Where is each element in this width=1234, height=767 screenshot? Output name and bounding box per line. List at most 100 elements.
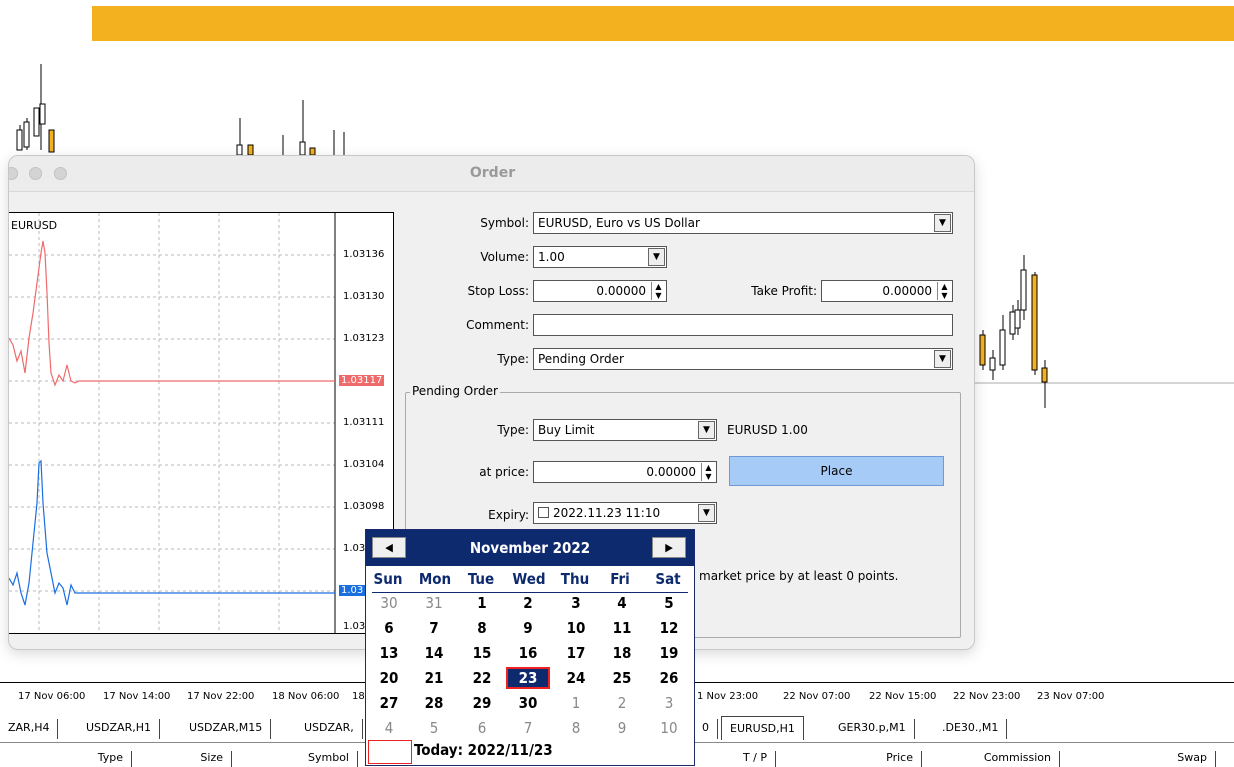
calendar-day[interactable]: 23 (506, 667, 550, 689)
calendar-day[interactable]: 1 (462, 594, 502, 612)
weekday-label: Sat (655, 570, 681, 588)
right-arrow-icon[interactable]: ▶ (652, 537, 686, 558)
tab-partial[interactable]: 0 (694, 719, 718, 739)
chevron-down-icon[interactable]: ▼ (934, 214, 951, 232)
spinner-icon[interactable]: ▲ ▼ (651, 282, 665, 300)
volume-select[interactable]: 1.00 ▼ (533, 246, 667, 268)
calendar-day[interactable]: 8 (462, 619, 502, 637)
tab-ger30-m1[interactable]: GER30.p,M1 (830, 719, 915, 739)
calendar-day[interactable]: 28 (414, 694, 454, 712)
calendar-day[interactable]: 12 (649, 619, 689, 637)
time-axis-label: 17 Nov 06:00 (18, 691, 86, 702)
at-price-field[interactable]: 0.00000 ▲ ▼ (533, 461, 717, 483)
tab-usdzar[interactable]: USDZAR, (296, 719, 363, 739)
calendar-day[interactable]: 7 (414, 619, 454, 637)
calendar-day[interactable]: 2 (508, 594, 548, 612)
calendar-day[interactable]: 30 (508, 694, 548, 712)
calendar-day[interactable]: 21 (414, 669, 454, 687)
weekday-label: Sun (373, 570, 403, 588)
calendar-day[interactable]: 24 (556, 669, 596, 687)
symbol-select[interactable]: EURUSD, Euro vs US Dollar ▼ (533, 212, 953, 234)
expiry-field[interactable]: 2022.11.23 11:10 ▼ (533, 502, 717, 524)
calendar-day[interactable]: 4 (369, 719, 409, 737)
calendar-day[interactable]: 10 (649, 719, 689, 737)
column-type[interactable]: Type (60, 751, 132, 767)
calendar-day[interactable]: 17 (556, 644, 596, 662)
calendar-day[interactable]: 26 (649, 669, 689, 687)
calendar-day[interactable]: 18 (602, 644, 642, 662)
calendar-day[interactable]: 15 (462, 644, 502, 662)
today-link[interactable]: Today: 2022/11/23 (414, 741, 553, 759)
chevron-down-icon[interactable]: ▼ (934, 350, 951, 368)
calendar-header: ◀ November 2022 ▶ (366, 530, 694, 566)
take-profit-field[interactable]: 0.00000 ▲ ▼ (821, 280, 953, 302)
column-tp[interactable]: T / P (700, 751, 776, 767)
column-commission[interactable]: Commission (940, 751, 1060, 767)
calendar-day[interactable]: 7 (508, 719, 548, 737)
chevron-down-icon[interactable]: ▼ (698, 421, 715, 439)
time-axis-label: 22 Nov 07:00 (783, 691, 851, 702)
calendar-day[interactable]: 30 (369, 594, 409, 612)
pending-summary: EURUSD 1.00 (727, 423, 808, 437)
tab-de30-m1[interactable]: .DE30.,M1 (934, 719, 1008, 739)
calendar-day[interactable]: 6 (462, 719, 502, 737)
calendar-day[interactable]: 16 (508, 644, 548, 662)
today-marker[interactable] (368, 740, 412, 764)
spinner-icon[interactable]: ▲ ▼ (701, 463, 715, 481)
tab-zar-h4[interactable]: ZAR,H4 (0, 719, 59, 739)
price-tick: 1.03130 (343, 291, 385, 302)
column-symbol[interactable]: Symbol (260, 751, 358, 767)
calendar-month: November 2022 (469, 539, 591, 557)
calendar-day[interactable]: 5 (649, 594, 689, 612)
tab-usdzar-m15[interactable]: USDZAR,M15 (181, 719, 272, 739)
calendar-day[interactable]: 25 (602, 669, 642, 687)
expiry-checkbox[interactable] (538, 507, 549, 518)
dialog-titlebar[interactable]: Order (9, 156, 974, 192)
time-axis-label: 22 Nov 23:00 (953, 691, 1021, 702)
tick-chart: EURUSD 1.03136 1.03130 1.03123 1.03117 1… (9, 212, 394, 634)
column-size[interactable]: Size (150, 751, 232, 767)
calendar-day[interactable]: 27 (369, 694, 409, 712)
tab-eurusd-h1[interactable]: EURUSD,H1 (721, 716, 804, 740)
pending-type-select[interactable]: Buy Limit ▼ (533, 419, 717, 441)
stop-loss-field[interactable]: 0.00000 ▲ ▼ (533, 280, 667, 302)
calendar-day[interactable]: 19 (649, 644, 689, 662)
calendar-day[interactable]: 9 (508, 619, 548, 637)
calendar-day[interactable]: 31 (414, 594, 454, 612)
calendar-day[interactable]: 1 (556, 694, 596, 712)
price-tick: 1.03104 (343, 459, 385, 470)
weekday-label: Fri (610, 570, 630, 588)
calendar-day[interactable]: 6 (369, 619, 409, 637)
spinner-icon[interactable]: ▲ ▼ (937, 282, 951, 300)
time-axis-label: 23 Nov 07:00 (1037, 691, 1105, 702)
take-profit-label: Take Profit: (751, 284, 817, 298)
calendar-day[interactable]: 13 (369, 644, 409, 662)
calendar-day[interactable]: 9 (602, 719, 642, 737)
at-price-value: 0.00000 (646, 465, 696, 479)
time-axis-label: 17 Nov 14:00 (103, 691, 171, 702)
order-type-value: Pending Order (538, 352, 624, 366)
calendar-day[interactable]: 14 (414, 644, 454, 662)
price-tick: 1.03 (343, 543, 366, 554)
tab-usdzar-h1[interactable]: USDZAR,H1 (78, 719, 160, 739)
calendar-day[interactable]: 8 (556, 719, 596, 737)
chevron-down-icon[interactable]: ▼ (698, 504, 715, 522)
calendar-day[interactable]: 22 (462, 669, 502, 687)
price-tick: 1.03123 (343, 333, 385, 344)
column-price[interactable]: Price (820, 751, 922, 767)
comment-input[interactable] (533, 314, 953, 336)
chevron-down-icon[interactable]: ▼ (648, 248, 665, 266)
calendar-day[interactable]: 3 (649, 694, 689, 712)
calendar-day[interactable]: 29 (462, 694, 502, 712)
order-type-select[interactable]: Pending Order ▼ (533, 348, 953, 370)
calendar-day[interactable]: 4 (602, 594, 642, 612)
place-button[interactable]: Place (729, 456, 944, 486)
calendar-day[interactable]: 11 (602, 619, 642, 637)
column-swap[interactable]: Swap (1100, 751, 1216, 767)
left-arrow-icon[interactable]: ◀ (372, 537, 406, 558)
calendar-day[interactable]: 20 (369, 669, 409, 687)
calendar-day[interactable]: 3 (556, 594, 596, 612)
calendar-day[interactable]: 2 (602, 694, 642, 712)
calendar-day[interactable]: 5 (414, 719, 454, 737)
calendar-day[interactable]: 10 (556, 619, 596, 637)
